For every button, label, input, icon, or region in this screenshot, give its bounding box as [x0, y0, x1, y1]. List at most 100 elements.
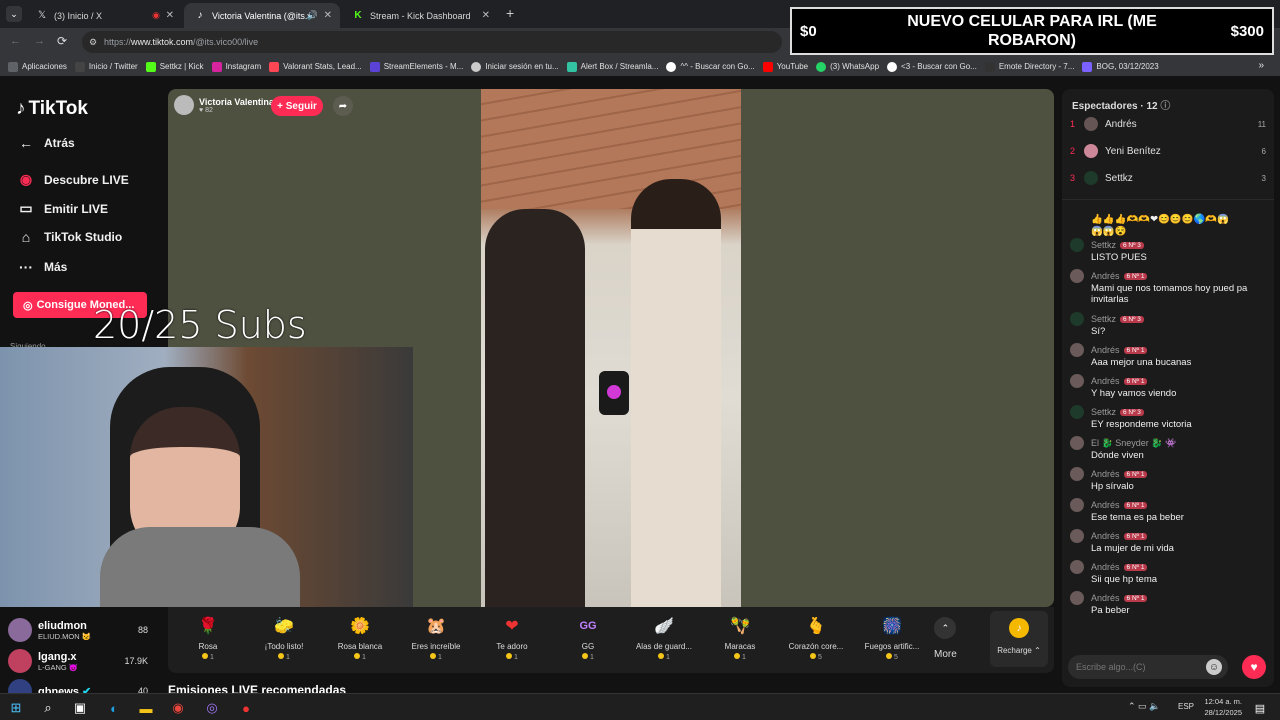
gift-item[interactable]: 🧽 ¡Todo listo! 1 [246, 613, 322, 661]
close-icon[interactable]: ✕ [166, 10, 174, 21]
chat-message[interactable]: Settkz 6 Nº 3 EY respondeme victoria [1070, 405, 1266, 430]
chat-message[interactable]: Andrés 6 Nº 1 Sii que hp tema [1070, 560, 1266, 585]
more-gifts-button[interactable]: ⌃ More [934, 613, 957, 660]
live-list-item[interactable]: lgang.x L-GANG 😈 17.9K [8, 649, 158, 673]
chat-username[interactable]: Andrés [1091, 345, 1120, 355]
chat-message[interactable]: Andrés 6 Nº 1 Ese tema es pa beber [1070, 498, 1266, 523]
address-bar[interactable]: ⚙ https://www.tiktok.com/@its.vico00/liv… [82, 31, 782, 53]
nav-tiktok-studio[interactable]: ⌂ TikTok Studio [16, 229, 122, 245]
close-icon[interactable]: ✕ [324, 10, 332, 21]
reload-icon[interactable]: ⟳ [57, 34, 67, 48]
chat-message[interactable]: 😱😱😵 [1070, 226, 1266, 237]
language-indicator[interactable]: ESP [1178, 702, 1194, 711]
chat-message[interactable]: El 🐉 Sneyder 🐉 👾 Dónde viven [1070, 436, 1266, 461]
nav-back[interactable]: ← Atrás [16, 135, 75, 151]
bookmark-emote-directory[interactable]: Emote Directory - 7... [984, 61, 1074, 72]
app-icon[interactable]: ◎ [202, 698, 222, 718]
nav-discover-live[interactable]: ◉ Descubre LIVE [16, 171, 129, 188]
viewer-row[interactable]: 3 Settkz 3 [1070, 169, 1266, 187]
obs-icon[interactable]: ● [236, 698, 256, 718]
chrome-icon[interactable]: ◉ [168, 698, 188, 718]
chat-username[interactable]: Andrés [1091, 562, 1120, 572]
chat-username[interactable]: Andrés [1091, 531, 1120, 541]
chat-username[interactable]: Andrés [1091, 469, 1120, 479]
gift-item[interactable]: 🪇 Maracas 1 [702, 613, 778, 661]
live-video[interactable] [481, 89, 741, 607]
bookmark-instagram[interactable]: Instagram [211, 61, 261, 72]
windows-start-icon[interactable]: ⊞ [6, 698, 26, 718]
live-list-item[interactable]: eliudmon ELIUD.MON 😼 88 [8, 618, 158, 642]
clock[interactable]: 12:04 a. m. 28/12/2025 [1200, 696, 1242, 718]
forward-icon[interactable]: → [34, 35, 45, 47]
gift-item[interactable]: 🪽 Alas de guard... 1 [626, 613, 702, 661]
viewer-row[interactable]: 1 Andrés 11 [1070, 115, 1266, 133]
chat-input[interactable] [1068, 655, 1188, 679]
chat-message[interactable]: Settkz 6 Nº 3 LISTO PUES [1070, 238, 1266, 263]
close-icon[interactable]: ✕ [482, 10, 490, 21]
gift-item[interactable]: GG GG 1 [550, 613, 626, 661]
nav-go-live[interactable]: ▭ Emitir LIVE [16, 200, 108, 217]
nav-more[interactable]: ··· Más [16, 259, 67, 275]
gift-item[interactable]: ❤ Te adoro 1 [474, 613, 550, 661]
chat-username[interactable]: Andrés [1091, 376, 1120, 386]
task-view-icon[interactable]: ▣ [70, 698, 90, 718]
chat-username[interactable]: El 🐉 Sneyder 🐉 👾 [1091, 438, 1176, 449]
bookmark-alertbox[interactable]: Alert Box / Streamla... [566, 61, 658, 72]
bookmark-youtube[interactable]: YouTube [762, 61, 808, 72]
share-icon[interactable]: ➦ [333, 96, 353, 116]
gift-item[interactable]: 🌹 Rosa 1 [170, 613, 246, 661]
bookmark-streamelements[interactable]: StreamElements - M... [369, 61, 463, 72]
chat-message[interactable]: Settkz 6 Nº 3 Sí? [1070, 312, 1266, 337]
bookmark-apps[interactable]: Aplicaciones [8, 61, 67, 72]
bookmark-login[interactable]: Iniciar sesión en tu... [471, 61, 559, 72]
bookmark-bog[interactable]: BOG, 03/12/2023 [1082, 61, 1159, 72]
gift-item[interactable]: 🐹 Eres increíble 1 [398, 613, 474, 661]
chat-message[interactable]: Andrés 6 Nº 1Y hay vamos viendo [1070, 374, 1266, 399]
chat-message[interactable]: 👍👍👍🫶🫶❤😊😊😊🌎🫶😱 [1070, 214, 1266, 225]
chat-message[interactable]: Andrés 6 Nº 1 Aaa mejor una bucanas [1070, 343, 1266, 368]
gift-item[interactable]: 🌼 Rosa blanca 1 [322, 613, 398, 661]
tiktok-icon: ♪ [197, 10, 203, 21]
tab-search-icon[interactable]: ⌄ [6, 6, 22, 22]
site-info-icon[interactable]: ⚙ [89, 37, 97, 48]
tab-tiktok[interactable]: ♪ Victoria Valentina (@its.vico 🔊 ✕ [184, 3, 340, 28]
recharge-button[interactable]: ♪ Recharge ⌃ [990, 611, 1048, 667]
chat-username[interactable]: Settkz [1091, 407, 1116, 417]
bookmark-kick[interactable]: Settkz | Kick [145, 61, 204, 72]
search-icon[interactable]: ⌕ [38, 698, 58, 718]
chat-message[interactable]: Andrés 6 Nº 1 La mujer de mi vida [1070, 529, 1266, 554]
gift-item[interactable]: 🫰 Corazón core... 5 [778, 613, 854, 661]
bookmark-google-search[interactable]: ^^ - Buscar con Go... [666, 61, 755, 72]
host-info[interactable]: Victoria Valentina ♥ 82 [174, 95, 274, 115]
file-explorer-icon[interactable]: ▬ [136, 698, 156, 718]
chat-username[interactable]: Andrés [1091, 271, 1120, 281]
info-icon[interactable]: ⓘ [1160, 101, 1170, 112]
back-icon[interactable]: ← [10, 35, 21, 47]
tab-kick[interactable]: K Stream - Kick Dashboard ✕ [342, 3, 498, 28]
bookmark-google-search-2[interactable]: <3 - Buscar con Go... [887, 61, 977, 72]
bookmark-twitter[interactable]: Inicio / Twitter [74, 61, 138, 72]
emoji-icon[interactable]: ☺ [1206, 659, 1222, 675]
chat-username[interactable]: Settkz [1091, 240, 1116, 250]
viewer-row[interactable]: 2 Yeni Benítez 6 [1070, 142, 1266, 160]
tiktok-logo[interactable]: ♪ TikTok [16, 98, 88, 120]
chat-username[interactable]: Andrés [1091, 593, 1120, 603]
chat-message[interactable]: Andrés 6 Nº 1 Hp sírvalo [1070, 467, 1266, 492]
chat-input-box[interactable]: ☺ [1068, 655, 1228, 679]
chat-message[interactable]: Andrés 6 Nº 1 Pa beber [1070, 591, 1266, 616]
chat-message[interactable]: Andrés 6 Nº 1 Mami que nos tomamos hoy pue… [1070, 269, 1266, 305]
more-bookmarks-icon[interactable]: » [1258, 60, 1264, 71]
follow-button[interactable]: + Seguir [271, 96, 323, 116]
tray-icons[interactable]: ⌃ ▭ 🔈 [1128, 701, 1160, 712]
bookmark-whatsapp[interactable]: (3) WhatsApp [816, 61, 879, 72]
speaker-icon[interactable]: 🔊 [307, 10, 318, 21]
new-tab-button[interactable]: + [506, 5, 514, 21]
gift-item[interactable]: 🎆 Fuegos artific... 5 [854, 613, 930, 661]
chat-username[interactable]: Settkz [1091, 314, 1116, 324]
notification-icon[interactable]: ▤ [1250, 698, 1270, 718]
heart-button[interactable]: ♥ [1242, 655, 1266, 679]
bookmark-valorant[interactable]: Valorant Stats, Lead... [269, 61, 362, 72]
tab-twitter[interactable]: 𝕏 (3) Inicio / X ◉ ✕ [26, 3, 182, 28]
chat-username[interactable]: Andrés [1091, 500, 1120, 510]
edge-icon[interactable]: ◐ [104, 698, 124, 718]
